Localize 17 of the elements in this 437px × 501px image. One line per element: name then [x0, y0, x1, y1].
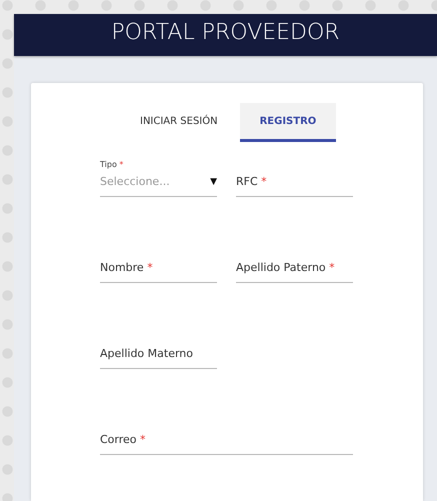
field-label: Correo *: [100, 433, 147, 446]
tab[interactable]: REGISTRO: [240, 103, 336, 142]
input-field[interactable]: Apellido Paterno *: [236, 241, 353, 283]
field-label: Tipo *: [100, 160, 124, 169]
tab[interactable]: INICIAR SESIÓN: [118, 103, 240, 142]
input-field[interactable]: RFC *: [236, 155, 353, 197]
field-label: RFC *: [236, 175, 268, 188]
input-field[interactable]: Apellido Materno: [100, 327, 217, 369]
field-label: Apellido Materno: [100, 347, 194, 360]
input-field[interactable]: Nombre *: [100, 241, 217, 283]
select-placeholder: Seleccione...: [100, 175, 170, 188]
portal-title: PORTAL PROVEEDOR: [111, 20, 340, 44]
caret-icon: ▼: [210, 176, 217, 186]
field-label: Nombre *: [100, 261, 154, 274]
select-field[interactable]: Tipo * Seleccione... ▼: [100, 155, 217, 197]
field-label: Apellido Paterno *: [236, 261, 336, 274]
input-field[interactable]: Correo *: [100, 413, 353, 455]
